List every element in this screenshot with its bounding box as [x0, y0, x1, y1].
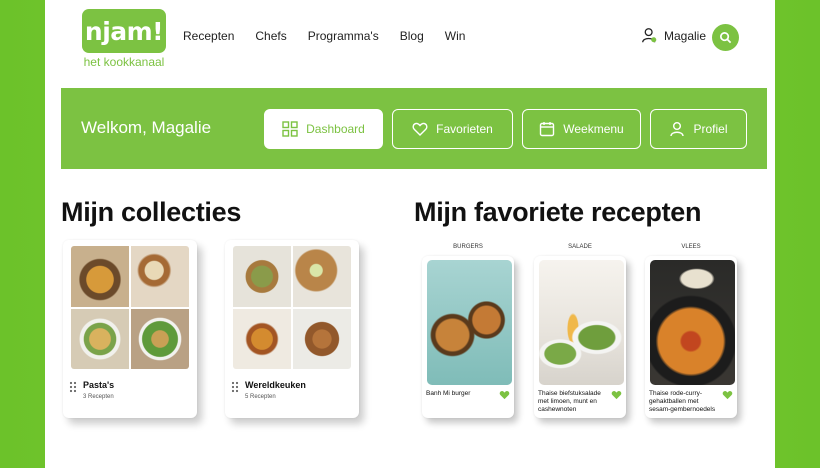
- heart-icon: [412, 122, 428, 136]
- recipe-image: [650, 260, 735, 385]
- collection-image: [71, 246, 189, 369]
- recipe-title[interactable]: Banh Mi burger: [426, 390, 494, 398]
- favorites-title: Mijn favoriete recepten: [414, 197, 702, 227]
- collection-card-pastas[interactable]: Pasta's 3 Recepten: [63, 240, 197, 418]
- collection-label: Pasta's: [83, 380, 115, 390]
- tab-profiel-label: Profiel: [693, 122, 728, 136]
- tab-profiel[interactable]: Profiel: [650, 109, 747, 149]
- drag-handle-icon[interactable]: [231, 381, 239, 393]
- tab-favorieten-label: Favorieten: [436, 122, 493, 136]
- drag-handle-icon[interactable]: [69, 381, 77, 393]
- tab-weekmenu-label: Weekmenu: [563, 122, 624, 136]
- collection-image: [233, 246, 351, 369]
- favorite-card[interactable]: Thaise biefstuksalade met limoen, munt e…: [534, 256, 626, 418]
- tab-weekmenu[interactable]: Weekmenu: [522, 109, 641, 149]
- user-icon: [642, 28, 657, 43]
- recipe-title[interactable]: Thaise biefstuksalade met limoen, munt e…: [538, 390, 606, 413]
- grid-icon: [282, 121, 298, 137]
- tab-favorieten[interactable]: Favorieten: [392, 109, 513, 149]
- user-menu[interactable]: Magalie: [641, 27, 706, 44]
- favorite-heart-icon[interactable]: [499, 390, 510, 400]
- nav-recepten[interactable]: Recepten: [183, 29, 234, 43]
- nav-blog[interactable]: Blog: [400, 29, 424, 43]
- page: njam! het kookkanaal Recepten Chefs Prog…: [45, 0, 775, 468]
- dashboard-bar: Welkom, Magalie Dashboard Favorieten Wee…: [61, 88, 767, 169]
- profile-icon: [670, 122, 685, 137]
- nav-programmas[interactable]: Programma's: [308, 29, 379, 43]
- collections-title: Mijn collecties: [61, 197, 242, 227]
- logo-tagline: het kookkanaal: [83, 55, 165, 69]
- recipe-image: [539, 260, 624, 385]
- user-name: Magalie: [664, 28, 707, 43]
- collection-card-wereldkeuken[interactable]: Wereldkeuken 5 Recepten: [225, 240, 359, 418]
- favorite-heart-icon[interactable]: [611, 390, 622, 400]
- search-icon: [720, 32, 732, 44]
- tab-dashboard-label: Dashboard: [306, 122, 365, 136]
- nav-win[interactable]: Win: [445, 29, 466, 43]
- collection-label: Wereldkeuken: [245, 380, 306, 390]
- calendar-icon: [540, 122, 555, 137]
- logo[interactable]: njam!: [82, 9, 166, 53]
- favorite-card[interactable]: Thaise rode-curry-gehaktballen met sesam…: [645, 256, 737, 418]
- favorite-card[interactable]: Banh Mi burger: [422, 256, 514, 418]
- collection-count: 5 Recepten: [245, 394, 276, 400]
- logo-text: njam!: [84, 16, 164, 46]
- favorite-category-tag: SALADE: [568, 244, 592, 250]
- recipe-title[interactable]: Thaise rode-curry-gehaktballen met sesam…: [649, 390, 717, 413]
- collection-count: 3 Recepten: [83, 394, 114, 400]
- search-button[interactable]: [712, 24, 739, 51]
- recipe-image: [427, 260, 512, 385]
- favorite-category-tag: BURGERS: [453, 244, 483, 250]
- favorite-category-tag: VLEES: [681, 244, 701, 250]
- favorite-heart-icon[interactable]: [722, 390, 733, 400]
- main-nav: Recepten Chefs Programma's Blog Win: [183, 29, 486, 43]
- welcome-text: Welkom, Magalie: [81, 118, 212, 137]
- nav-chefs[interactable]: Chefs: [255, 29, 286, 43]
- tab-dashboard[interactable]: Dashboard: [264, 109, 383, 149]
